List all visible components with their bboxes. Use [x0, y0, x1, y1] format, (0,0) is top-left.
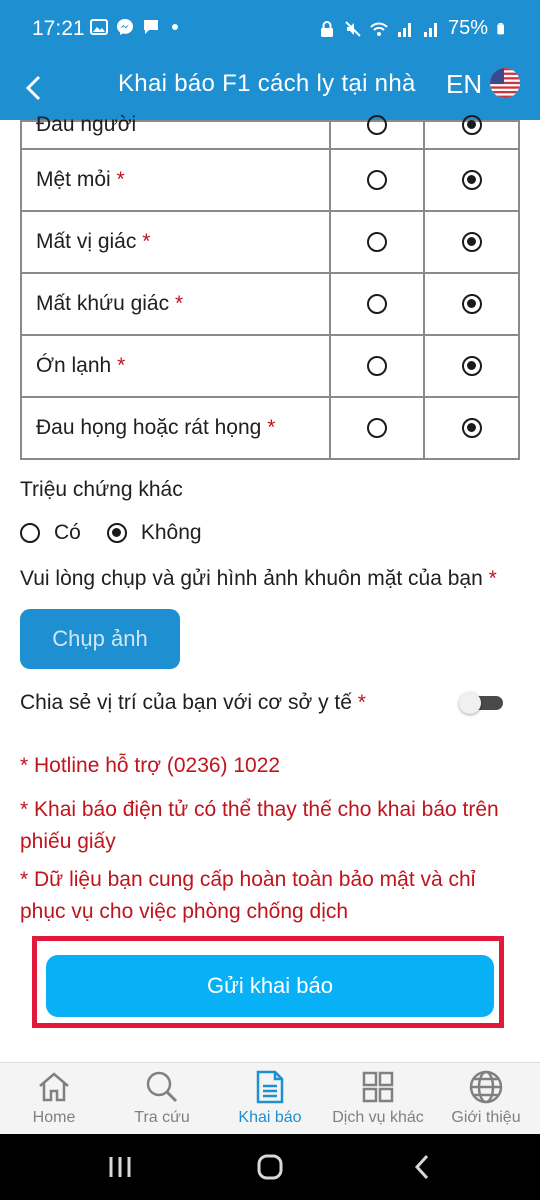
table-row: Mất khứu giác * — [20, 272, 520, 336]
nav-label: Khai báo — [238, 1109, 302, 1126]
gallery-icon — [90, 19, 108, 35]
symptom-label: Mất vị giác — [36, 230, 137, 253]
submit-button[interactable]: Gửi khai báo — [46, 955, 494, 1017]
system-navigation-bar — [0, 1134, 540, 1200]
mute-icon — [345, 20, 361, 37]
home-circle-icon — [257, 1154, 283, 1180]
radio-option-co[interactable] — [20, 523, 40, 543]
wifi-icon — [370, 22, 388, 36]
hotline-note: * Hotline hỗ trợ (0236) 1022 — [20, 754, 281, 777]
other-symptoms-radio-group: Có Không — [20, 521, 228, 545]
radio-option-yes[interactable] — [367, 232, 388, 253]
table-row: Ớn lạnh * — [20, 334, 520, 398]
nav-label: Home — [32, 1109, 76, 1126]
location-label: Chia sẻ vị trí của bạn với cơ sở y tế * — [20, 691, 366, 715]
home-icon — [39, 1072, 69, 1102]
required-marker: * — [357, 691, 366, 714]
nav-item-lookup[interactable]: Tra cứu — [108, 1063, 216, 1135]
radio-option-no[interactable] — [461, 115, 482, 136]
more-notifications-icon — [172, 24, 178, 30]
radio-option-yes[interactable] — [367, 294, 388, 315]
radio-option-no[interactable] — [461, 232, 482, 253]
recent-apps-icon — [109, 1157, 131, 1177]
required-marker: * — [488, 567, 497, 590]
table-row: Đau người — [20, 113, 520, 150]
symptom-table: Đau người Mệt mỏi * Mất vị giác * Mất kh… — [20, 113, 520, 460]
globe-icon — [469, 1070, 503, 1104]
nav-item-home[interactable]: Home — [0, 1063, 108, 1135]
back-arrow-icon — [25, 75, 41, 101]
symptom-label: Đau người — [36, 113, 137, 136]
search-icon — [146, 1071, 178, 1103]
table-row: Mất vị giác * — [20, 210, 520, 274]
page-title: Khai báo F1 cách ly tại nhà — [118, 70, 416, 97]
home-system-button[interactable] — [250, 1152, 290, 1182]
radio-option-no[interactable] — [461, 294, 482, 315]
system-status-icons: 75% — [318, 17, 508, 40]
signal-2-icon — [423, 22, 437, 37]
app-bar: Khai báo F1 cách ly tại nhà EN — [0, 60, 540, 120]
back-button[interactable] — [12, 66, 56, 110]
nav-label: Tra cứu — [134, 1109, 190, 1126]
recent-apps-button[interactable] — [100, 1152, 140, 1182]
bottom-navigation: Home Tra cứu Khai báo Dịch vụ khác Giới … — [0, 1062, 540, 1134]
option-label[interactable]: Không — [141, 521, 202, 545]
nav-item-about[interactable]: Giới thiệu — [432, 1063, 540, 1135]
status-time: 17:21 — [32, 17, 85, 40]
radio-option-no[interactable] — [461, 356, 482, 377]
grid-icon — [362, 1071, 394, 1103]
radio-option-yes[interactable] — [367, 418, 388, 439]
required-marker: * — [267, 416, 276, 439]
take-photo-button[interactable]: Chụp ảnh — [20, 609, 180, 669]
lock-icon — [320, 20, 333, 37]
other-symptoms-label: Triệu chứng khác — [20, 478, 183, 501]
symptom-label: Mệt mỏi — [36, 168, 111, 191]
messenger-icon — [117, 19, 133, 35]
location-label-text: Chia sẻ vị trí của bạn với cơ sở y tế — [20, 691, 352, 714]
chat-icon — [144, 20, 158, 34]
option-label[interactable]: Có — [54, 521, 81, 545]
photo-label-text: Vui lòng chụp và gửi hình ảnh khuôn mặt … — [20, 567, 483, 590]
toggle-knob — [459, 692, 481, 714]
status-bar: 17:21 75% — [0, 0, 540, 60]
back-chevron-icon — [414, 1154, 429, 1180]
photo-label: Vui lòng chụp và gửi hình ảnh khuôn mặt … — [20, 567, 497, 591]
required-marker: * — [174, 292, 184, 315]
document-icon — [256, 1070, 284, 1104]
nav-label: Dịch vụ khác — [332, 1109, 424, 1126]
language-toggle[interactable]: EN — [446, 69, 482, 100]
table-row: Mệt mỏi * — [20, 148, 520, 212]
location-share-toggle[interactable] — [459, 692, 503, 714]
back-system-button[interactable] — [402, 1152, 442, 1182]
us-flag-icon[interactable] — [490, 68, 520, 98]
radio-option-no[interactable] — [461, 170, 482, 191]
required-marker: * — [116, 168, 125, 191]
nav-label: Giới thiệu — [451, 1109, 521, 1126]
symptom-label: Mất khứu giác — [36, 292, 170, 315]
radio-option-khong[interactable] — [106, 523, 127, 543]
required-marker: * — [142, 230, 151, 253]
symptom-label: Đau họng hoặc rát họng — [36, 416, 262, 439]
radio-option-yes[interactable] — [367, 356, 388, 377]
radio-option-yes[interactable] — [367, 170, 388, 191]
electronic-declaration-note: * Khai báo điện tử có thể thay thế cho k… — [20, 798, 499, 853]
privacy-note: * Dữ liệu bạn cung cấp hoàn toàn bảo mật… — [20, 868, 476, 923]
nav-item-other-services[interactable]: Dịch vụ khác — [324, 1063, 432, 1135]
required-marker: * — [117, 354, 126, 377]
battery-icon — [497, 22, 504, 34]
signal-1-icon — [397, 22, 411, 37]
table-row: Đau họng hoặc rát họng * — [20, 396, 520, 460]
notification-icons — [90, 18, 178, 36]
radio-option-no[interactable] — [461, 418, 482, 439]
nav-item-declaration[interactable]: Khai báo — [216, 1063, 324, 1135]
battery-level: 75% — [447, 17, 488, 39]
symptom-label: Ớn lạnh — [36, 354, 112, 377]
radio-option-yes[interactable] — [367, 115, 388, 136]
